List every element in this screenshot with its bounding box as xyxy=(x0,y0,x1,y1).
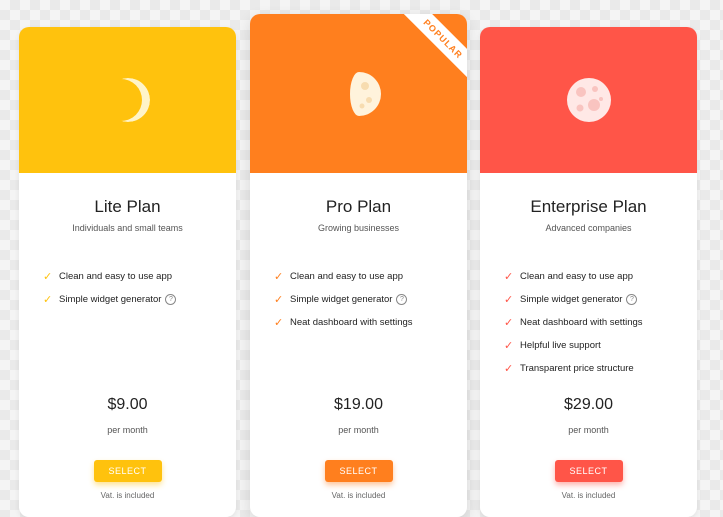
check-icon: ✓ xyxy=(274,271,284,283)
select-button-enterprise[interactable]: SELECT xyxy=(554,460,623,482)
check-icon: ✓ xyxy=(504,317,514,329)
check-icon: ✓ xyxy=(504,271,514,283)
feature-label: Neat dashboard with settings xyxy=(520,317,643,328)
feature-item: ✓ Simple widget generator ? xyxy=(43,288,226,311)
card-body-enterprise: Enterprise Plan Advanced companies ✓ Cle… xyxy=(480,173,697,517)
plan-subtitle: Advanced companies xyxy=(545,223,632,233)
plan-name: Pro Plan xyxy=(325,197,392,216)
feature-item: ✓ Helpful live support xyxy=(504,334,687,357)
feature-item: ✓ Clean and easy to use app xyxy=(43,265,226,288)
plan-name: Lite Plan xyxy=(94,197,161,216)
check-icon: ✓ xyxy=(504,294,514,306)
plan-subtitle: Growing businesses xyxy=(317,223,400,233)
feature-item: ✓ Neat dashboard with settings xyxy=(504,311,687,334)
pricing-card-pro: POPULAR Pro Plan Growing businesses ✓ Cl… xyxy=(250,14,467,517)
plan-name: Enterprise Plan xyxy=(530,197,647,216)
price-period: per month xyxy=(338,425,379,435)
help-icon[interactable]: ? xyxy=(396,294,408,305)
vat-note: Vat. is included xyxy=(100,491,155,500)
feature-item: ✓ Simple widget generator ? xyxy=(274,288,457,311)
card-body-lite: Lite Plan Individuals and small teams ✓ … xyxy=(19,173,236,517)
feature-label: Clean and easy to use app xyxy=(520,271,634,282)
full-moon-icon xyxy=(566,78,611,122)
help-icon[interactable]: ? xyxy=(626,294,638,305)
feature-list: ✓ Clean and easy to use app ✓ Simple wid… xyxy=(274,265,457,334)
plan-price: $29.00 xyxy=(564,396,613,413)
check-icon: ✓ xyxy=(504,363,514,375)
card-header-enterprise xyxy=(480,27,697,173)
card-header-lite xyxy=(19,27,236,173)
check-icon: ✓ xyxy=(274,294,284,306)
feature-label: Clean and easy to use app xyxy=(59,271,173,282)
select-button-pro[interactable]: SELECT xyxy=(324,460,393,482)
check-icon: ✓ xyxy=(43,294,53,306)
feature-label: Simple widget generator xyxy=(290,294,393,305)
crescent-moon-icon xyxy=(105,78,150,122)
plan-subtitle: Individuals and small teams xyxy=(72,223,183,233)
pricing-card-enterprise: Enterprise Plan Advanced companies ✓ Cle… xyxy=(480,27,697,517)
feature-item: ✓ Neat dashboard with settings xyxy=(274,311,457,334)
feature-label: Simple widget generator xyxy=(520,294,623,305)
feature-label: Helpful live support xyxy=(520,340,601,351)
check-icon: ✓ xyxy=(504,340,514,352)
feature-item: ✓ Clean and easy to use app xyxy=(274,265,457,288)
feature-label: Simple widget generator xyxy=(59,294,162,305)
price-period: per month xyxy=(107,425,148,435)
check-icon: ✓ xyxy=(43,271,53,283)
pricing-card-lite: Lite Plan Individuals and small teams ✓ … xyxy=(19,27,236,517)
popular-badge: POPULAR xyxy=(400,14,467,82)
feature-item: ✓ Simple widget generator ? xyxy=(504,288,687,311)
feature-label: Neat dashboard with settings xyxy=(290,317,413,328)
plan-price: $9.00 xyxy=(107,396,148,413)
feature-label: Transparent price structure xyxy=(520,363,634,374)
feature-list: ✓ Clean and easy to use app ✓ Simple wid… xyxy=(504,265,687,380)
vat-note: Vat. is included xyxy=(331,491,386,500)
feature-item: ✓ Clean and easy to use app xyxy=(504,265,687,288)
feature-list: ✓ Clean and easy to use app ✓ Simple wid… xyxy=(43,265,226,311)
select-button-lite[interactable]: SELECT xyxy=(93,460,162,482)
plan-price: $19.00 xyxy=(334,396,383,413)
vat-note: Vat. is included xyxy=(561,491,616,500)
feature-item: ✓ Transparent price structure xyxy=(504,357,687,380)
price-period: per month xyxy=(568,425,609,435)
half-moon-icon xyxy=(349,71,381,116)
help-icon[interactable]: ? xyxy=(165,294,177,305)
check-icon: ✓ xyxy=(274,317,284,329)
feature-label: Clean and easy to use app xyxy=(290,271,404,282)
card-body-pro: Pro Plan Growing businesses ✓ Clean and … xyxy=(250,173,467,517)
card-header-pro: POPULAR xyxy=(250,14,467,173)
